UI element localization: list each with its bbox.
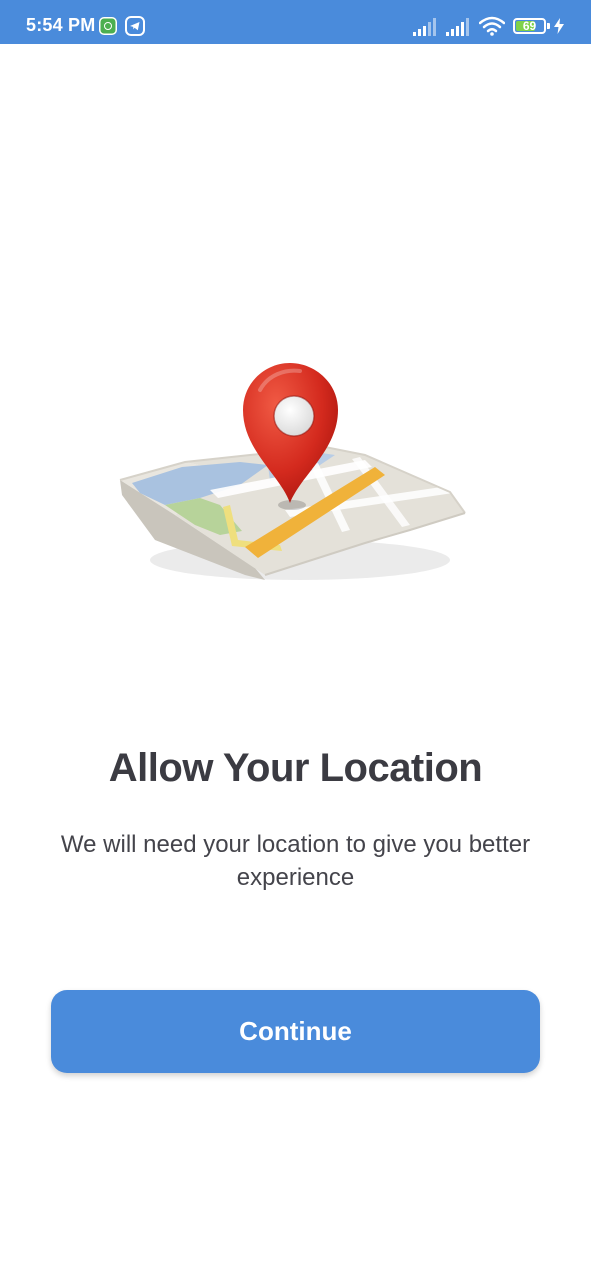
signal-icon: [413, 18, 436, 36]
continue-button[interactable]: Continue: [51, 990, 540, 1073]
status-bar: 5:54 PM 69: [0, 0, 591, 44]
battery-icon: 69: [513, 18, 546, 34]
page-description: We will need your location to give you b…: [60, 831, 531, 891]
app-notification-icon: [99, 17, 117, 35]
page-title: Allow Your Location: [108, 746, 483, 790]
wifi-icon: [479, 16, 505, 36]
telegram-icon: [125, 16, 145, 36]
status-time: 5:54 PM: [26, 15, 96, 35]
signal-icon: [446, 18, 469, 36]
battery-tip: [547, 23, 550, 29]
battery-level-text: 69: [522, 19, 537, 33]
map-location-pin-illustration: [119, 363, 466, 580]
charging-icon: [554, 18, 564, 34]
